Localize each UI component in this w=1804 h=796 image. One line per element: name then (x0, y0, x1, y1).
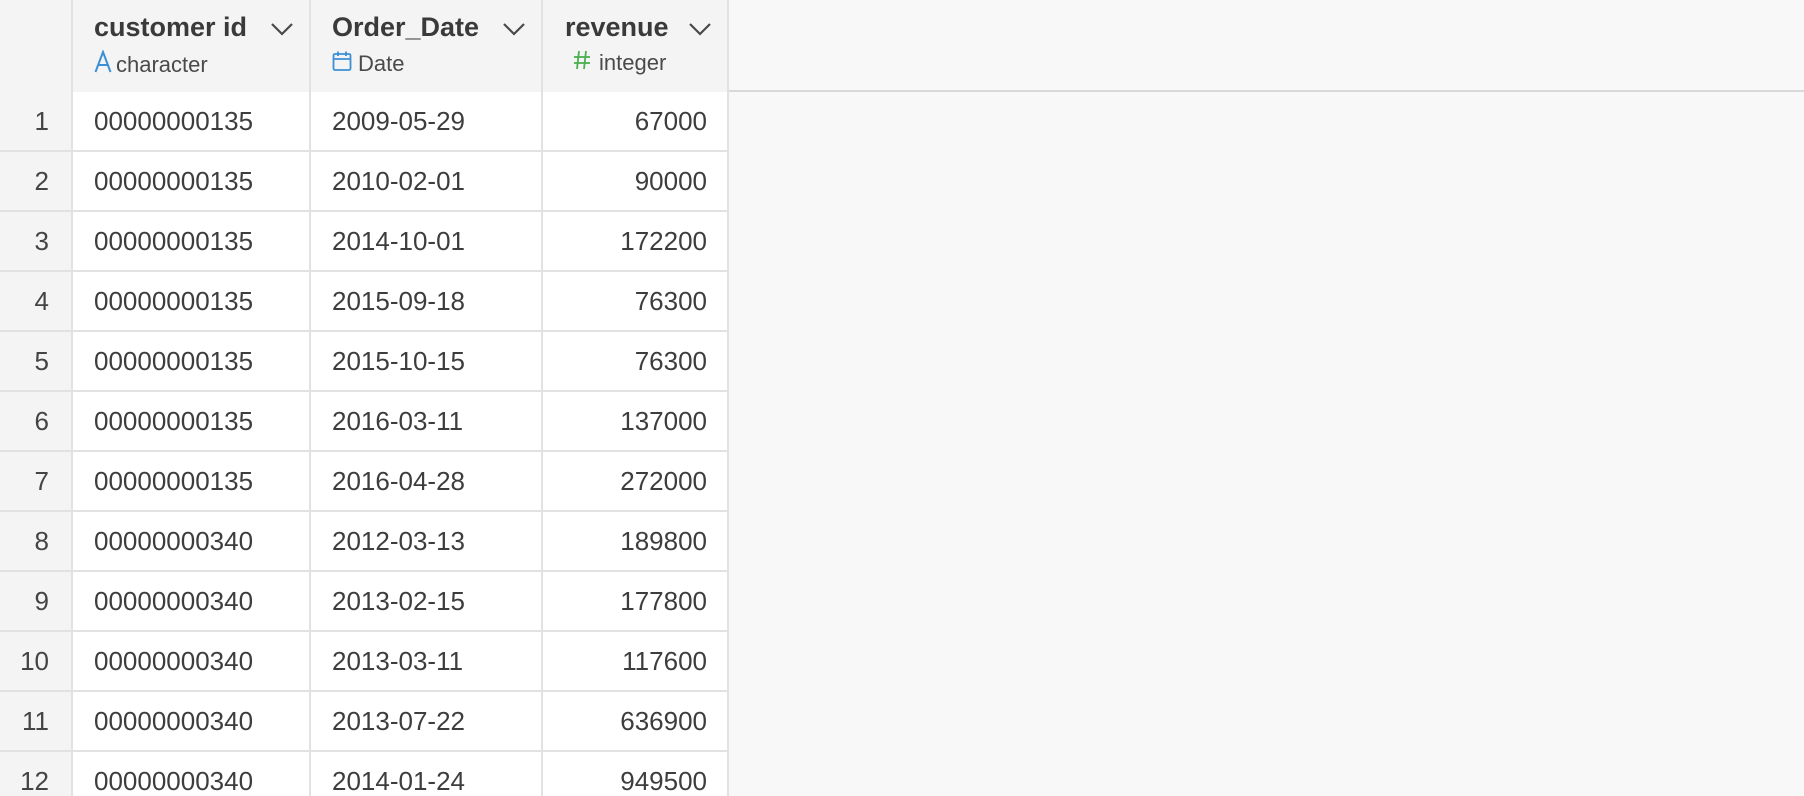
cell-order-date[interactable]: 2014-01-24 (311, 752, 543, 796)
cell-revenue[interactable]: 76300 (543, 332, 729, 390)
cell-customer-id[interactable]: 00000000340 (73, 692, 311, 750)
row-index: 12 (0, 752, 73, 796)
table-row[interactable]: 2 00000000135 2010-02-01 90000 (0, 152, 729, 212)
table-row[interactable]: 10 00000000340 2013-03-11 117600 (0, 632, 729, 692)
cell-revenue[interactable]: 272000 (543, 452, 729, 510)
cell-revenue[interactable]: 137000 (543, 392, 729, 450)
cell-revenue[interactable]: 172200 (543, 212, 729, 270)
cell-order-date[interactable]: 2015-09-18 (311, 272, 543, 330)
cell-revenue[interactable]: 117600 (543, 632, 729, 690)
row-index-header (0, 0, 73, 92)
cell-revenue[interactable]: 76300 (543, 272, 729, 330)
column-menu-chevron-down-icon[interactable] (687, 16, 713, 42)
table-row[interactable]: 3 00000000135 2014-10-01 172200 (0, 212, 729, 272)
row-index: 11 (0, 692, 73, 750)
table-row[interactable]: 11 00000000340 2013-07-22 636900 (0, 692, 729, 752)
column-header-order-date[interactable]: Order_Date Date (311, 0, 543, 92)
table-row[interactable]: 1 00000000135 2009-05-29 67000 (0, 92, 729, 152)
cell-revenue[interactable]: 177800 (543, 572, 729, 630)
cell-order-date[interactable]: 2014-10-01 (311, 212, 543, 270)
column-header-revenue[interactable]: revenue integer (543, 0, 729, 92)
column-type: integer (573, 50, 666, 76)
row-index: 1 (0, 92, 73, 150)
column-header-row: customer id character Order_Date Date re… (0, 0, 1804, 92)
row-index: 8 (0, 512, 73, 570)
cell-order-date[interactable]: 2009-05-29 (311, 92, 543, 150)
column-type-label: character (116, 52, 208, 77)
row-index: 9 (0, 572, 73, 630)
data-grid: customer id character Order_Date Date re… (0, 0, 1804, 796)
cell-customer-id[interactable]: 00000000135 (73, 332, 311, 390)
table-row[interactable]: 7 00000000135 2016-04-28 272000 (0, 452, 729, 512)
cell-order-date[interactable]: 2013-02-15 (311, 572, 543, 630)
cell-order-date[interactable]: 2016-03-11 (311, 392, 543, 450)
hash-icon (573, 50, 591, 76)
row-index: 7 (0, 452, 73, 510)
column-title: revenue (565, 12, 669, 42)
cell-customer-id[interactable]: 00000000135 (73, 212, 311, 270)
calendar-icon (332, 50, 352, 78)
column-type-label: Date (358, 51, 405, 76)
row-index: 3 (0, 212, 73, 270)
column-title: Order_Date (332, 12, 480, 42)
cell-customer-id[interactable]: 00000000135 (73, 272, 311, 330)
column-type-label: integer (599, 50, 667, 75)
table-row[interactable]: 12 00000000340 2014-01-24 949500 (0, 752, 729, 796)
cell-order-date[interactable]: 2016-04-28 (311, 452, 543, 510)
cell-order-date[interactable]: 2015-10-15 (311, 332, 543, 390)
table-row[interactable]: 9 00000000340 2013-02-15 177800 (0, 572, 729, 632)
cell-revenue[interactable]: 949500 (543, 752, 729, 796)
cell-customer-id[interactable]: 00000000135 (73, 92, 311, 150)
cell-order-date[interactable]: 2013-03-11 (311, 632, 543, 690)
cell-customer-id[interactable]: 00000000340 (73, 752, 311, 796)
row-index: 2 (0, 152, 73, 210)
cell-revenue[interactable]: 90000 (543, 152, 729, 210)
letter-a-icon (94, 49, 112, 80)
cell-customer-id[interactable]: 00000000340 (73, 572, 311, 630)
column-menu-chevron-down-icon[interactable] (501, 16, 527, 42)
column-menu-chevron-down-icon[interactable] (269, 16, 295, 42)
row-index: 6 (0, 392, 73, 450)
cell-customer-id[interactable]: 00000000135 (73, 452, 311, 510)
cell-customer-id[interactable]: 00000000340 (73, 512, 311, 570)
table-body: 1 00000000135 2009-05-29 67000 2 0000000… (0, 92, 729, 796)
column-type: character (94, 49, 208, 80)
row-index: 10 (0, 632, 73, 690)
cell-customer-id[interactable]: 00000000340 (73, 632, 311, 690)
cell-customer-id[interactable]: 00000000135 (73, 392, 311, 450)
row-index: 5 (0, 332, 73, 390)
cell-order-date[interactable]: 2013-07-22 (311, 692, 543, 750)
table-row[interactable]: 8 00000000340 2012-03-13 189800 (0, 512, 729, 572)
table-row[interactable]: 4 00000000135 2015-09-18 76300 (0, 272, 729, 332)
row-index: 4 (0, 272, 73, 330)
column-title: customer id (94, 12, 248, 42)
cell-revenue[interactable]: 67000 (543, 92, 729, 150)
cell-customer-id[interactable]: 00000000135 (73, 152, 311, 210)
cell-revenue[interactable]: 189800 (543, 512, 729, 570)
column-header-customer-id[interactable]: customer id character (73, 0, 311, 92)
cell-order-date[interactable]: 2012-03-13 (311, 512, 543, 570)
table-row[interactable]: 5 00000000135 2015-10-15 76300 (0, 332, 729, 392)
table-row[interactable]: 6 00000000135 2016-03-11 137000 (0, 392, 729, 452)
cell-revenue[interactable]: 636900 (543, 692, 729, 750)
cell-order-date[interactable]: 2010-02-01 (311, 152, 543, 210)
column-type: Date (332, 50, 404, 78)
